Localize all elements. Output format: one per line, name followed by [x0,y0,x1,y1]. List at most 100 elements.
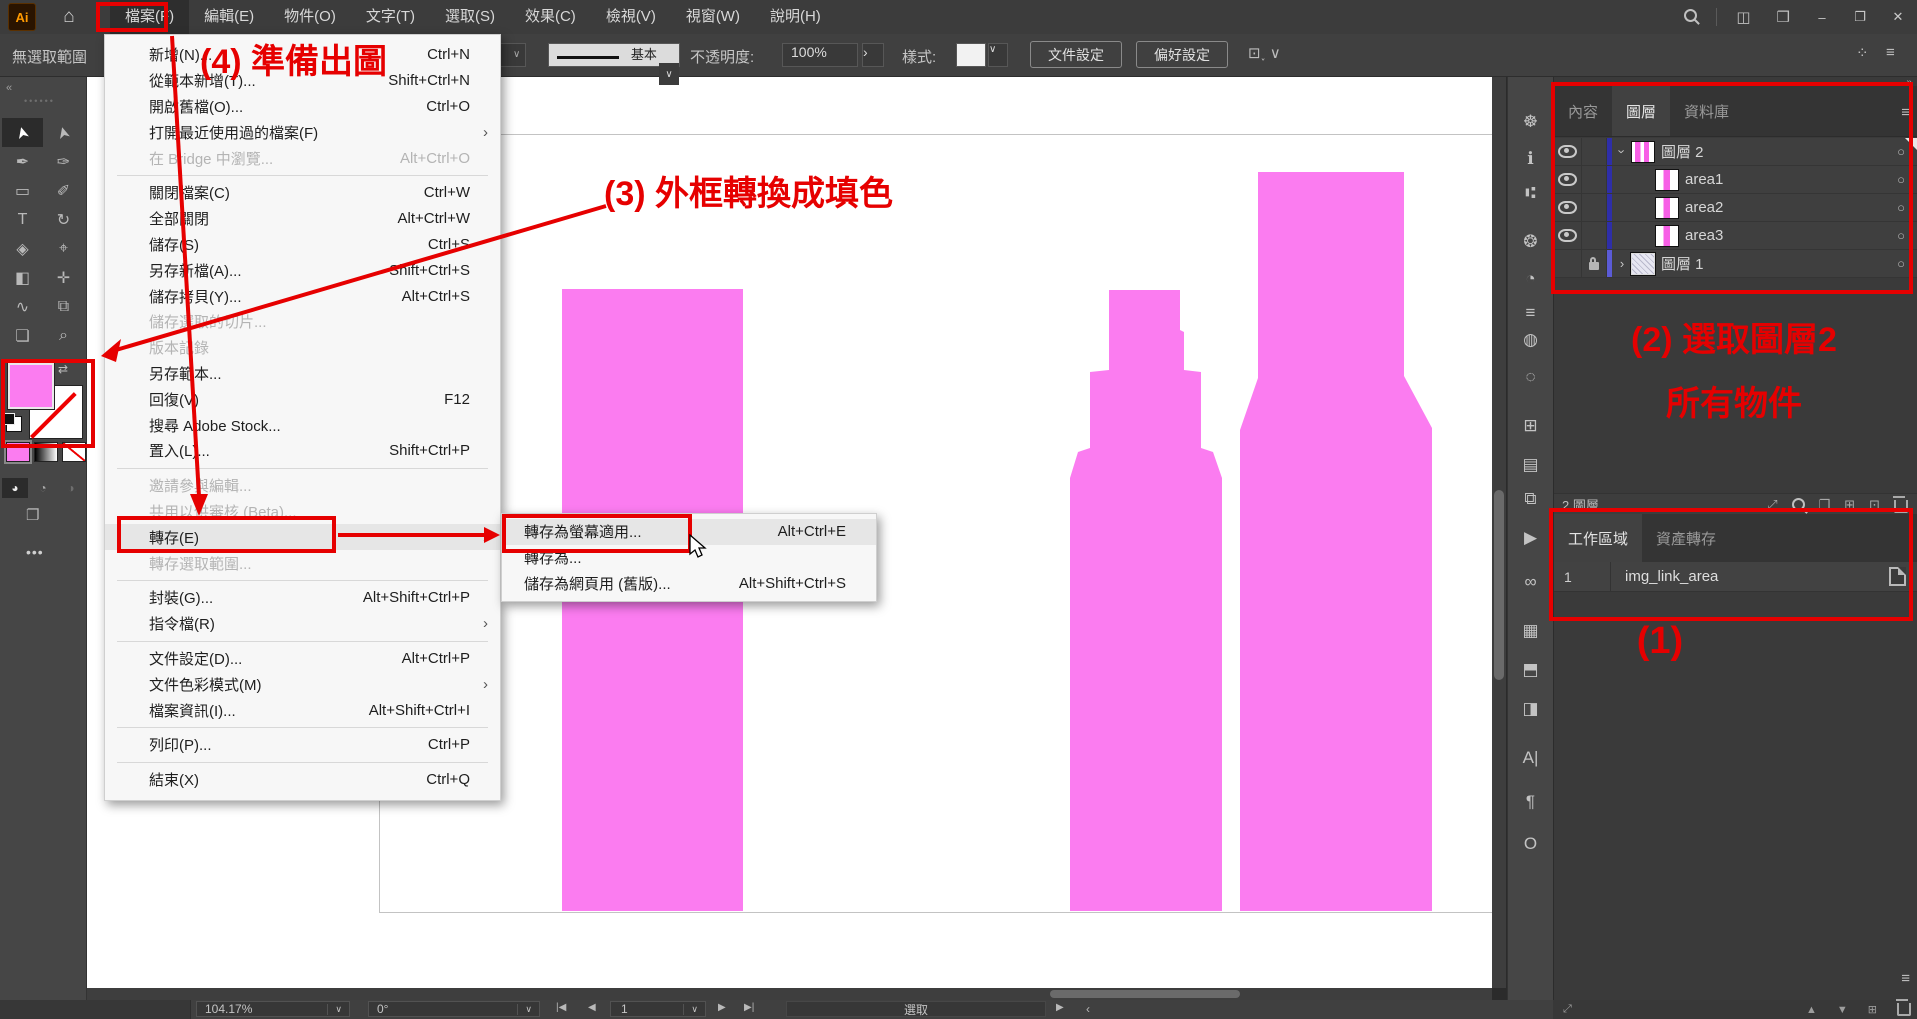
actions-panel-icon[interactable]: ▶ [1508,528,1553,548]
layer-row-4[interactable]: › 圖層 1○ [1554,250,1917,278]
visibility-toggle[interactable] [1554,222,1582,249]
arrange-documents-icon[interactable]: ◫ [1736,9,1750,26]
opacity-more-button[interactable]: › [862,43,884,67]
vertical-scrollbar[interactable] [1492,76,1506,988]
transparency-panel-icon[interactable]: ◍ [1508,330,1553,350]
target-circle[interactable]: ○ [1884,228,1917,243]
file-menu-item-7[interactable]: 儲存(S)Ctrl+S [105,232,500,258]
layer-thumbnail[interactable] [1656,198,1678,218]
zoom-level-dropdown[interactable]: 104.17% ∨ [196,1001,350,1017]
file-menu-item-1[interactable]: 從範本新增(T)...Shift+Ctrl+N [105,68,500,94]
file-menu-item-17[interactable]: 共用以供審核 (Beta)... [105,499,500,525]
file-menu-item-15[interactable]: 置入(L)...Shift+Ctrl+P [105,438,500,464]
color-guide-panel-icon[interactable]: ◔ [1508,269,1553,289]
file-menu-item-22[interactable]: 文件設定(D)...Alt+Ctrl+P [105,646,500,672]
chevron-down-icon[interactable]: ∨ [988,43,1008,67]
new-artboard-icon[interactable]: ⊞ [1868,1003,1877,1016]
target-circle[interactable]: ○ [1884,256,1917,271]
chevron-expanded-icon[interactable]: › [1612,144,1632,159]
delete-layer-icon[interactable] [1894,497,1908,513]
menubar-item-1[interactable]: 編輯(E) [189,0,269,34]
move-down-icon[interactable]: ▼ [1837,1004,1848,1016]
menubar-item-8[interactable]: 說明(H) [755,0,836,34]
horizontal-scrollbar[interactable] [87,988,1492,1000]
file-menu-item-10[interactable]: 儲存選取的切片... [105,309,500,335]
new-sublayer-icon[interactable]: ⊞ [1844,497,1855,513]
eraser-tool[interactable]: ◈ [2,234,43,263]
artboard-row[interactable]: 1 img_link_area [1554,562,1917,592]
layer-row-2[interactable]: area2○ [1554,194,1917,222]
character-panel-icon[interactable]: A| [1508,748,1553,768]
align-panel-icon[interactable]: ▤ [1508,455,1553,475]
file-menu-item-20[interactable]: 封裝(G)...Alt+Shift+Ctrl+P [105,585,500,611]
color-panel-icon[interactable]: ❂ [1508,232,1553,252]
file-menu-item-14[interactable]: 搜尋 Adobe Stock... [105,412,500,438]
layer-name[interactable]: 圖層 1 [1661,253,1884,274]
file-menu-item-6[interactable]: 全部關閉Alt+Ctrl+W [105,206,500,232]
layer-thumbnail[interactable] [1632,254,1654,274]
gradient-tool[interactable]: ◧ [2,263,43,292]
pink-bottle-small-shape[interactable] [1070,290,1222,911]
file-menu-item-12[interactable]: 另存範本... [105,361,500,387]
fill-color-swatch[interactable] [8,363,54,409]
menubar-item-4[interactable]: 選取(S) [430,0,510,34]
page-number-dropdown[interactable]: 1 ∨ [610,1001,706,1017]
lock-cell[interactable] [1582,138,1607,165]
file-menu-item-26[interactable]: 結束(X)Ctrl+Q [105,767,500,793]
layer-name[interactable]: area2 [1685,199,1884,216]
rectangle-tool[interactable]: ▭ [2,176,43,205]
menubar-item-0[interactable]: 檔案(F) [110,0,189,34]
direct-selection-tool[interactable]: ➤ [43,118,84,147]
close-button[interactable]: ✕ [1879,0,1917,34]
magic-wand-tool[interactable]: ⌖ [43,234,84,263]
file-menu-item-5[interactable]: 關閉檔案(C)Ctrl+W [105,180,500,206]
artboard-page-icon[interactable] [1876,567,1917,586]
tab-properties[interactable]: 內容 [1554,86,1612,136]
width-tool[interactable]: ∿ [2,292,43,321]
home-icon[interactable]: ⌂ [54,6,84,28]
move-up-icon[interactable]: ▲ [1806,1004,1817,1016]
stroke-panel-icon[interactable]: ≡ [1508,303,1553,323]
visibility-toggle[interactable] [1554,166,1582,193]
visibility-toggle[interactable] [1554,194,1582,221]
chevron-down-icon[interactable]: ∨ [327,1004,349,1015]
last-page-icon[interactable]: ▶| [744,1002,754,1013]
layer-name[interactable]: 圖層 2 [1661,141,1884,162]
restore-button[interactable]: ❐ [1841,0,1879,34]
layer-thumbnail[interactable] [1656,226,1678,246]
layer-row-1[interactable]: area1○ [1554,166,1917,194]
gradient-button[interactable] [34,442,58,462]
layer-thumbnail[interactable] [1632,142,1654,162]
delete-artboard-icon[interactable] [1897,1000,1911,1019]
panel-menu-icon[interactable]: ≡ [1901,104,1910,121]
asset-export-panel-icon[interactable]: ⬒ [1508,660,1553,680]
locate-object-icon[interactable] [1792,497,1805,513]
file-menu-item-18[interactable]: 轉存(E)› [105,524,500,550]
pathfinder-panel-icon[interactable]: ⧉ [1508,489,1553,509]
opacity-input[interactable]: 100% [782,43,858,67]
selection-panel-icon[interactable]: ◌ [1508,367,1553,387]
layer-name[interactable]: area1 [1685,171,1884,188]
file-menu-item-23[interactable]: 文件色彩模式(M)› [105,671,500,697]
make-mask-icon[interactable]: ❐ [1819,497,1831,513]
file-menu-item-2[interactable]: 開啟舊檔(O)...Ctrl+O [105,94,500,120]
visibility-toggle[interactable] [1554,138,1582,165]
vertical-scrollbar-thumb[interactable] [1494,490,1504,680]
file-menu-item-8[interactable]: 另存新檔(A)...Shift+Ctrl+S [105,257,500,283]
align-options-icon[interactable]: ⊡˯ ∨ [1248,44,1281,62]
expand-icon[interactable]: ⤢ [1563,1003,1572,1016]
menubar-item-5[interactable]: 效果(C) [510,0,591,34]
layer-row-0[interactable]: ›圖層 2○ [1554,138,1917,166]
default-fill-stroke-icon[interactable] [6,416,22,432]
layer-row-3[interactable]: area3○ [1554,222,1917,250]
none-button[interactable] [62,442,86,462]
chevron-collapsed-icon[interactable]: › [1612,256,1632,271]
file-menu-item-0[interactable]: 新增(N)...Ctrl+N [105,42,500,68]
draw-behind-icon[interactable]: ◔ [30,478,56,498]
menubar-item-7[interactable]: 視窗(W) [671,0,755,34]
draw-normal-icon[interactable]: ◕ [2,478,28,498]
file-menu-item-21[interactable]: 指令檔(R)› [105,611,500,637]
file-menu-item-13[interactable]: 回復(V)F12 [105,386,500,412]
previous-page-icon[interactable]: ◀ [588,1002,596,1013]
chevron-down-icon[interactable]: ∨ [517,1004,539,1015]
